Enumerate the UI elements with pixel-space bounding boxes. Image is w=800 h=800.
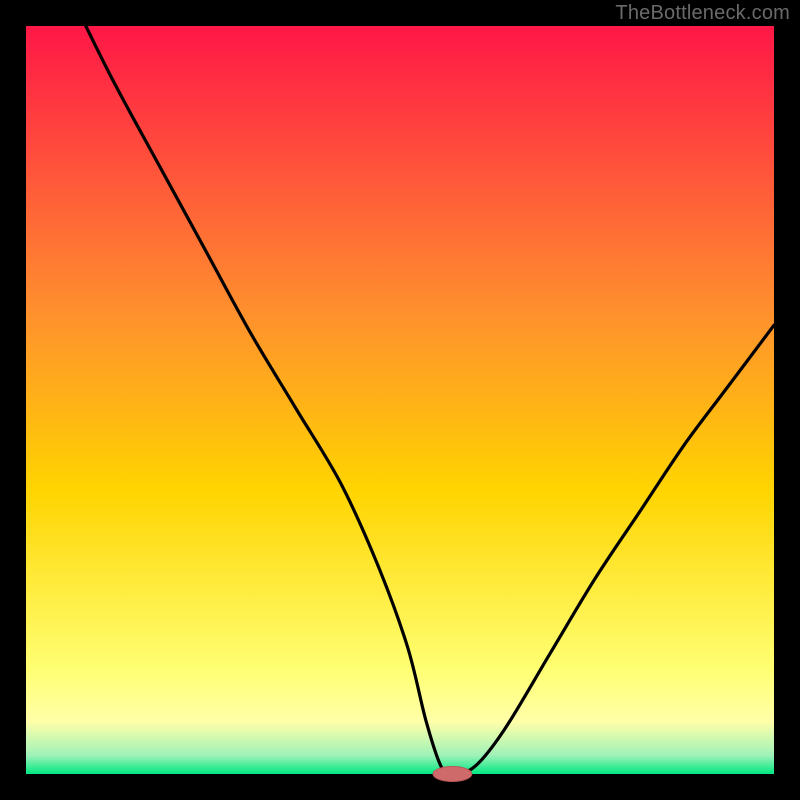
minimum-marker xyxy=(433,767,472,782)
chart-frame: TheBottleneck.com xyxy=(0,0,800,800)
bottleneck-chart xyxy=(0,0,800,800)
watermark-text: TheBottleneck.com xyxy=(615,2,790,25)
gradient-background xyxy=(26,26,774,774)
